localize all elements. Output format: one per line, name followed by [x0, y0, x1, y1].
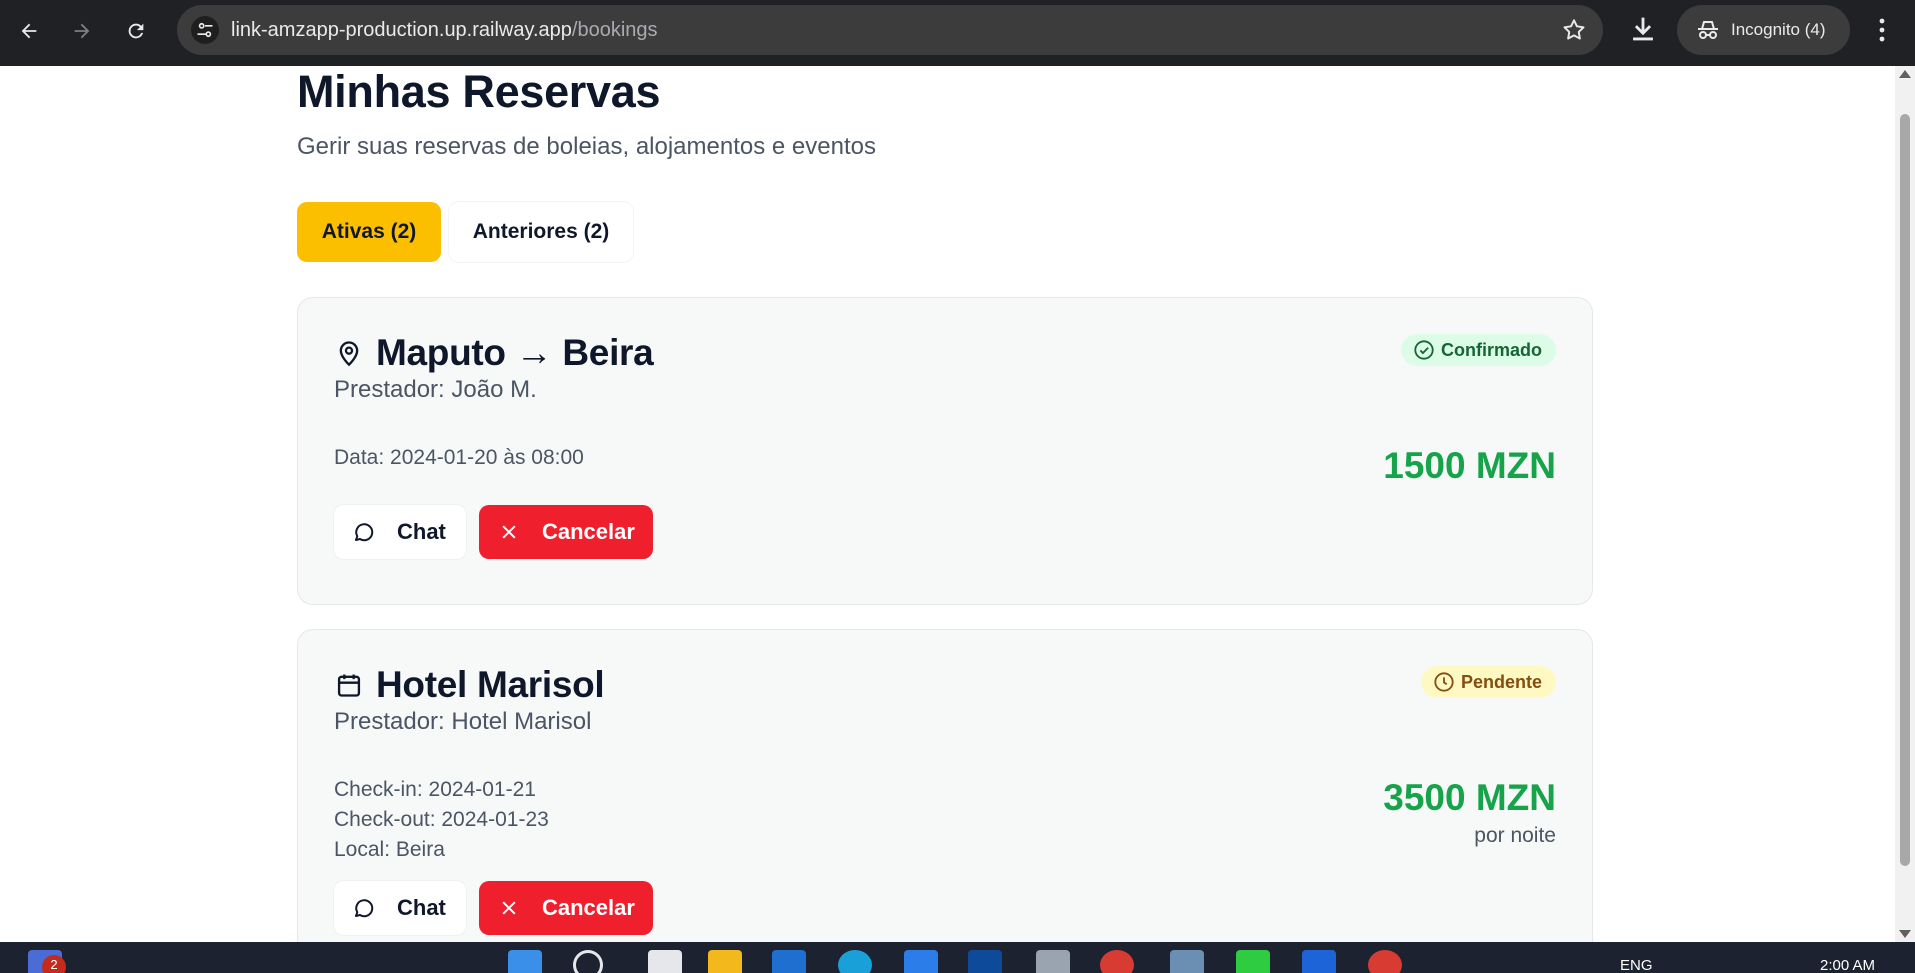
mail-app-icon[interactable]: [968, 950, 1002, 973]
booking-location: Local: Beira: [334, 838, 445, 861]
chat-button[interactable]: Chat: [334, 881, 466, 935]
chat-button-label: Chat: [397, 519, 446, 544]
booking-card: Hotel Marisol Prestador: Hotel Marisol C…: [297, 629, 1593, 942]
chat-bubble-icon: [351, 895, 377, 921]
calendar-app-icon[interactable]: [904, 950, 938, 973]
download-icon: [1633, 17, 1653, 41]
start-menu-icon[interactable]: [508, 950, 542, 973]
system-clock[interactable]: 2:00 AM: [1820, 957, 1875, 973]
settings-app-icon[interactable]: [1036, 950, 1070, 973]
scroll-up-arrow-icon[interactable]: [1899, 70, 1911, 78]
task-view-icon[interactable]: [648, 950, 682, 973]
page-title: Minhas Reservas: [297, 66, 661, 117]
url-host: link-amzapp-production.up.railway.app: [231, 19, 572, 41]
close-icon: [496, 895, 522, 921]
booking-header: Maputo → Beira: [334, 332, 654, 374]
file-explorer-icon[interactable]: [708, 950, 742, 973]
cancel-button-label: Cancelar: [542, 519, 635, 544]
edge-browser-icon[interactable]: [838, 950, 872, 973]
check-circle-icon: [1413, 339, 1435, 361]
site-info-button[interactable]: [191, 16, 219, 44]
chrome-profile-icon[interactable]: [1368, 950, 1402, 973]
url-text: link-amzapp-production.up.railway.app/bo…: [231, 19, 658, 42]
scroll-down-arrow-icon[interactable]: [1899, 930, 1911, 938]
scrollbar-thumb[interactable]: [1900, 114, 1910, 866]
status-badge: Pendente: [1420, 666, 1556, 698]
status-label: Pendente: [1460, 671, 1542, 692]
cancel-button[interactable]: Cancelar: [479, 881, 653, 935]
url-path: /bookings: [571, 19, 658, 41]
outlook-app-icon[interactable]: [1302, 950, 1336, 973]
notification-badge: 2: [42, 955, 66, 973]
forward-button[interactable]: [64, 13, 100, 49]
reload-icon: [128, 23, 144, 39]
status-badge: Confirmado: [1401, 334, 1556, 366]
os-taskbar: 2 ENG 2:00 AM: [0, 942, 1915, 973]
store-icon[interactable]: [772, 950, 806, 973]
booking-provider: Prestador: João M.: [334, 376, 537, 403]
booking-checkout: Check-out: 2024-01-23: [334, 808, 549, 831]
booking-price: 3500 MZN: [1383, 777, 1556, 818]
page-content: Minhas Reservas Gerir suas reservas de b…: [0, 66, 1895, 942]
bookmark-star-icon: [1563, 19, 1585, 40]
price-note: por noite: [1474, 824, 1556, 847]
booking-title: Hotel Marisol: [376, 664, 605, 705]
reload-button[interactable]: [118, 13, 154, 49]
bookmark-button[interactable]: [1561, 17, 1587, 48]
forward-icon: [74, 23, 90, 39]
address-bar[interactable]: link-amzapp-production.up.railway.app/bo…: [177, 5, 1603, 55]
chat-button-label: Chat: [397, 895, 446, 920]
close-icon: [496, 519, 522, 545]
map-pin-icon: [334, 338, 364, 368]
menu-icon: [1879, 18, 1885, 42]
chat-button[interactable]: Chat: [334, 505, 466, 559]
search-icon[interactable]: [573, 950, 603, 973]
incognito-label: Incognito (4): [1731, 20, 1826, 39]
site-info-icon: [197, 22, 213, 38]
tab-past-bookings[interactable]: Anteriores (2): [449, 202, 633, 262]
utility-app-icon[interactable]: [1236, 950, 1270, 973]
browser-toolbar: link-amzapp-production.up.railway.app/bo…: [0, 0, 1915, 66]
downloads-button[interactable]: [1626, 12, 1660, 51]
booking-provider: Prestador: Hotel Marisol: [334, 708, 592, 735]
booking-price: 1500 MZN: [1383, 445, 1556, 486]
incognito-profile-button[interactable]: Incognito (4): [1677, 5, 1850, 55]
chat-bubble-icon: [351, 519, 377, 545]
page-scrollbar[interactable]: [1895, 66, 1915, 942]
incognito-icon: [1698, 21, 1718, 39]
cancel-button[interactable]: Cancelar: [479, 505, 653, 559]
chrome-browser-icon[interactable]: [1100, 950, 1134, 973]
booking-card: Maputo → Beira Prestador: João M. Data: …: [297, 297, 1593, 605]
tab-active-bookings[interactable]: Ativas (2): [297, 202, 441, 262]
booking-date: Data: 2024-01-20 às 08:00: [334, 446, 584, 469]
status-label: Confirmado: [1441, 339, 1542, 360]
calculator-app-icon[interactable]: [1170, 950, 1204, 973]
calendar-icon: [334, 670, 364, 700]
page-subtitle: Gerir suas reservas de boleias, alojamen…: [297, 133, 876, 160]
clock-icon: [1433, 671, 1455, 693]
booking-checkin: Check-in: 2024-01-21: [334, 778, 536, 801]
language-indicator[interactable]: ENG: [1620, 957, 1653, 973]
booking-header: Hotel Marisol: [334, 664, 605, 706]
browser-menu-button[interactable]: [1870, 14, 1894, 51]
booking-title: Maputo → Beira: [376, 332, 654, 373]
cancel-button-label: Cancelar: [542, 895, 635, 920]
back-icon: [21, 23, 37, 39]
back-button[interactable]: [11, 13, 47, 49]
